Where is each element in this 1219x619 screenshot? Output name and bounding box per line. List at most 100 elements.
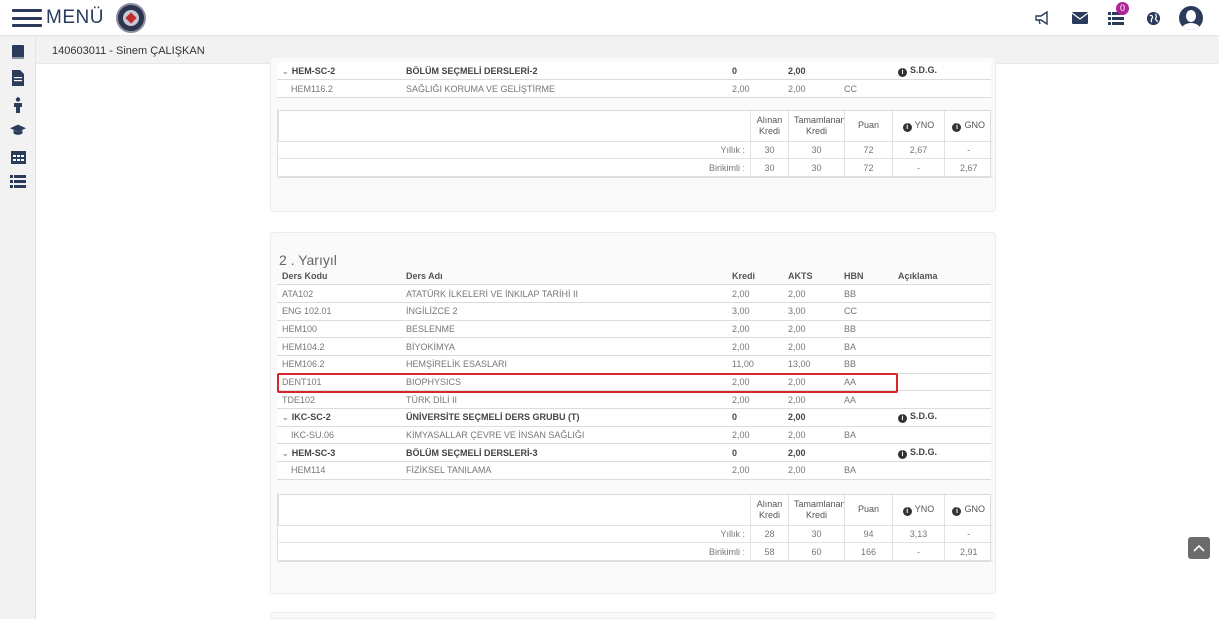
summary-value: - [892,158,945,177]
course-hbn [839,408,893,427]
scroll-to-top-button[interactable] [1188,537,1210,559]
chevron-down-icon[interactable]: ⌄ [282,67,289,76]
course-hbn: AA [839,373,893,392]
envelope-icon[interactable] [1061,6,1098,30]
course-aciklama [893,284,991,303]
course-akts: 2,00 [783,373,839,392]
course-hbn: BB [839,355,893,374]
university-logo[interactable] [116,3,146,33]
course-code: ATA102 [277,284,401,303]
summary-value: 94 [844,525,893,544]
course-name: ATATÜRK İLKELERİ VE İNKILAP TARİHİ II [401,284,727,303]
header-puan: Puan [844,111,893,142]
table-row: IKC-SU.06 KİMYASALLAR ÇEVRE VE İNSAN SAĞL… [277,426,991,445]
student-label: 140603011 - Sinem ÇALIŞKAN [52,45,205,57]
info-icon: i [898,449,907,459]
graduation-cap-icon[interactable] [10,122,26,138]
summary-blank [278,495,751,526]
hamburger-icon [12,9,42,27]
top-icons: 0 [1024,2,1209,30]
course-aciklama [893,373,991,392]
course-aciklama [893,320,991,339]
semester-1-course-table: ⌄ HEM-SC-2 BÖLÜM SEÇMELİ DERSLERİ-2 0 2,0… [277,62,991,98]
column-header-kredi: Kredi [727,267,783,286]
course-aciklama [893,302,991,321]
course-kredi: 2,00 [727,79,783,98]
semester-1-summary: Alınan Kredi Tamamlanan Kredi Puan i YNO … [277,110,993,178]
bullhorn-icon[interactable] [1024,6,1061,30]
course-kredi: 2,00 [727,390,783,409]
course-kredi: 0 [727,62,783,81]
course-code: IKC-SU.06 [277,426,401,445]
course-akts: 2,00 [783,62,839,81]
yno-label: YNO [914,503,935,514]
list-icon[interactable] [10,174,26,190]
table-row: HEM104.2 BİYOKİMYA 2,00 2,00 BA [277,337,991,356]
header-yno: i YNO [892,111,945,142]
left-sidebar [0,36,36,619]
header-alinan-kredi: Alınan Kredi [750,495,789,526]
table-row-highlighted: DENT101 BIOPHYSICS 2,00 2,00 AA [277,373,991,392]
person-icon[interactable] [10,97,26,113]
course-akts: 2,00 [783,337,839,356]
course-name: BİYOKİMYA [401,337,727,356]
info-icon[interactable]: i [902,122,912,132]
course-hbn: BA [839,461,893,480]
summary-value: 2,91 [944,542,993,561]
course-name: TÜRK DİLİ II [401,390,727,409]
semester-title: 2 . Yarıyıl [279,252,337,268]
course-code: HEM100 [277,320,401,339]
course-group-row[interactable]: ⌄ IKC-SC-2 ÜNİVERSİTE SEÇMELİ DERS GRUBU … [277,408,991,427]
course-kredi: 0 [727,443,783,463]
notifications-list-icon[interactable]: 0 [1098,2,1135,30]
summary-value: 30 [788,525,845,544]
course-kredi: 2,00 [727,461,783,480]
table-row: HEM106.2 HEMŞİRELİK ESASLARI 11,00 13,00 BB [277,355,991,374]
header-gno: i GNO [944,111,993,142]
course-code: IKC-SC-2 [291,412,331,423]
course-kredi: 3,00 [727,302,783,321]
calendar-icon[interactable] [10,148,26,164]
birikimli-label: Birikimli : [278,542,751,561]
header-tamamlanan-kredi: Tamamlanan Kredi [788,111,845,142]
info-icon[interactable]: i [952,506,962,516]
chevron-down-icon[interactable]: ⌄ [282,449,289,458]
course-akts: 2,00 [783,390,839,409]
course-name: SAĞLIĞI KORUMA VE GELİŞTİRME [401,79,727,98]
document-icon[interactable] [10,70,26,86]
semester-3-panel [270,612,996,619]
table-row: ATA102 ATATÜRK İLKELERİ VE İNKILAP TARİHİ… [277,284,991,303]
course-akts: 3,00 [783,302,839,321]
column-header-aciklama: Açıklama [893,267,991,286]
course-group-row[interactable]: ⌄ HEM-SC-3 BÖLÜM SEÇMELİ DERSLERİ-3 0 2,0… [277,443,991,463]
summary-value: 28 [750,525,789,544]
summary-value: 2,67 [944,158,993,177]
info-icon[interactable]: i [902,506,912,516]
course-name: FİZİKSEL TANILAMA [401,461,727,480]
info-icon[interactable]: i [952,122,962,132]
course-aciklama: i S.D.G. [893,443,991,463]
book-icon[interactable] [10,44,26,60]
summary-value: - [944,141,993,160]
course-name: BIOPHYSICS [401,373,727,392]
chevron-down-icon[interactable]: ⌄ [282,413,289,422]
summary-value: - [892,542,945,561]
course-aciklama [893,426,991,445]
info-icon: i [898,67,907,77]
user-profile-icon[interactable] [1172,6,1209,30]
course-kredi: 2,00 [727,337,783,356]
summary-blank [278,111,751,142]
course-akts: 2,00 [783,79,839,98]
course-hbn: CC [839,79,893,98]
course-akts: 2,00 [783,320,839,339]
menu-button[interactable]: MENÜ [12,6,104,30]
course-hbn: CC [839,302,893,321]
course-akts: 2,00 [783,426,839,445]
course-kredi: 2,00 [727,426,783,445]
course-group-row[interactable]: ⌄ HEM-SC-2 BÖLÜM SEÇMELİ DERSLERİ-2 0 2,0… [277,62,991,81]
summary-value: 166 [844,542,893,561]
header-puan: Puan [844,495,893,526]
table-row: HEM116.2 SAĞLIĞI KORUMA VE GELİŞTİRME 2,… [277,79,991,98]
header-yno: i YNO [892,495,945,526]
globe-icon[interactable] [1135,6,1172,30]
